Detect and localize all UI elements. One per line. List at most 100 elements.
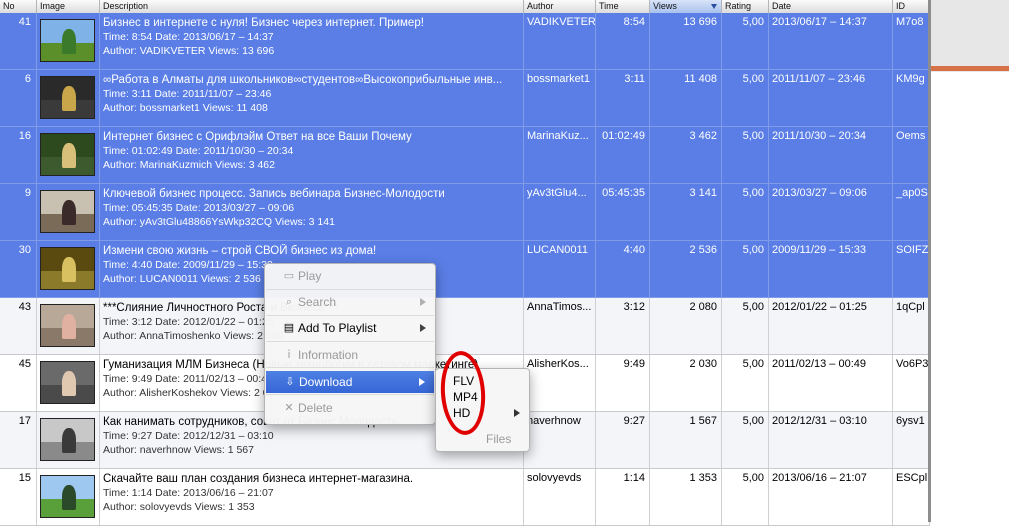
cell-date: 2013/06/17 – 14:37 bbox=[769, 13, 893, 69]
menu-item-download[interactable]: ⇩ Download bbox=[266, 371, 434, 393]
menu-item-delete-label: Delete bbox=[298, 401, 333, 415]
cell-date: 2012/01/22 – 01:25 bbox=[769, 298, 893, 354]
menu-item-download-label: Download bbox=[299, 375, 353, 389]
cell-time: 01:02:49 bbox=[596, 127, 650, 183]
cell-description: Скачайте ваш план создания бизнеса интер… bbox=[100, 469, 524, 525]
cell-no: 17 bbox=[0, 412, 37, 468]
cell-rating: 5,00 bbox=[722, 298, 769, 354]
cell-views: 13 696 bbox=[650, 13, 722, 69]
column-header-date[interactable]: Date bbox=[769, 0, 893, 13]
video-title: Бизнес в интернете с нуля! Бизнес через … bbox=[103, 17, 424, 29]
column-header-rating[interactable]: Rating bbox=[722, 0, 769, 13]
column-header-author[interactable]: Author bbox=[524, 0, 596, 13]
submenu-arrow-icon bbox=[419, 378, 425, 386]
menu-divider bbox=[266, 341, 434, 342]
cell-id: Oems bbox=[893, 127, 930, 183]
cell-no: 43 bbox=[0, 298, 37, 354]
video-author-views: Author: yAv3tGlu48866YsWkp32CQ Views: 3 … bbox=[103, 216, 335, 228]
cell-date: 2011/11/07 – 23:46 bbox=[769, 70, 893, 126]
cell-rating: 5,00 bbox=[722, 241, 769, 297]
cell-views: 2 080 bbox=[650, 298, 722, 354]
cell-image bbox=[37, 355, 100, 411]
video-thumbnail[interactable] bbox=[40, 361, 95, 404]
menu-divider bbox=[266, 394, 434, 395]
cell-no: 16 bbox=[0, 127, 37, 183]
video-thumbnail[interactable] bbox=[40, 133, 95, 176]
menu-item-add-to-playlist-label: Add To Playlist bbox=[298, 321, 377, 335]
column-header-id[interactable]: ID bbox=[893, 0, 930, 13]
cell-date: 2013/06/16 – 21:07 bbox=[769, 469, 893, 525]
download-icon: ⇩ bbox=[285, 376, 295, 388]
menu-item-information[interactable]: ⅰ Information bbox=[265, 344, 435, 366]
video-thumbnail[interactable] bbox=[40, 304, 95, 347]
cell-author: MarinaKuz... bbox=[524, 127, 596, 183]
cell-image bbox=[37, 13, 100, 69]
video-title: Измени свою жизнь – строй СВОЙ бизнес из… bbox=[103, 245, 377, 257]
menu-item-search[interactable]: ⌕ Search bbox=[265, 291, 435, 313]
cell-time: 3:11 bbox=[596, 70, 650, 126]
cell-author: bossmarket1 bbox=[524, 70, 596, 126]
cell-author: LUCAN0011 bbox=[524, 241, 596, 297]
table-row[interactable]: 30 Измени свою жизнь – строй СВОЙ бизнес … bbox=[0, 241, 930, 298]
video-thumbnail[interactable] bbox=[40, 190, 95, 233]
cell-id: ESCpl bbox=[893, 469, 930, 525]
cell-image bbox=[37, 412, 100, 468]
cell-image bbox=[37, 127, 100, 183]
cell-description: Бизнес в интернете с нуля! Бизнес через … bbox=[100, 13, 524, 69]
cell-description: Ключевой бизнес процесс. Запись вебинара… bbox=[100, 184, 524, 240]
table-row[interactable]: 9 Ключевой бизнес процесс. Запись вебинар… bbox=[0, 184, 930, 241]
column-header-views[interactable]: Views bbox=[650, 0, 722, 13]
sort-descending-icon bbox=[711, 4, 717, 9]
video-thumbnail[interactable] bbox=[40, 76, 95, 119]
cell-views: 3 141 bbox=[650, 184, 722, 240]
context-menu: ▭ Play ⌕ Search ▤ Add To Playlist ⅰ Info… bbox=[264, 263, 436, 425]
video-thumbnail[interactable] bbox=[40, 475, 95, 518]
cell-time: 9:49 bbox=[596, 355, 650, 411]
cell-date: 2011/02/13 – 00:49 bbox=[769, 355, 893, 411]
cell-views: 3 462 bbox=[650, 127, 722, 183]
download-option-files[interactable]: Files bbox=[486, 431, 511, 447]
table-row[interactable]: 16 Интернет бизнес с Орифлэйм Ответ на вс… bbox=[0, 127, 930, 184]
table-row[interactable]: 43 ***Слияние Личностного Роста и Бизнеса… bbox=[0, 298, 930, 355]
table-row[interactable]: 6 ∞Работа в Алматы для школьников∞студент… bbox=[0, 70, 930, 127]
cell-no: 41 bbox=[0, 13, 37, 69]
cell-time: 8:54 bbox=[596, 13, 650, 69]
cell-rating: 5,00 bbox=[722, 70, 769, 126]
menu-item-play[interactable]: ▭ Play bbox=[265, 265, 435, 287]
menu-item-add-to-playlist[interactable]: ▤ Add To Playlist bbox=[265, 317, 435, 339]
menu-divider bbox=[266, 315, 434, 316]
cell-rating: 5,00 bbox=[722, 127, 769, 183]
column-header-no[interactable]: No bbox=[0, 0, 37, 13]
cell-views: 2 030 bbox=[650, 355, 722, 411]
cell-no: 30 bbox=[0, 241, 37, 297]
table-header: No Image Description Author Time Views R… bbox=[0, 0, 930, 14]
cell-views: 11 408 bbox=[650, 70, 722, 126]
cell-image bbox=[37, 469, 100, 525]
cell-image bbox=[37, 184, 100, 240]
cell-image bbox=[37, 70, 100, 126]
column-header-description[interactable]: Description bbox=[100, 0, 524, 13]
cell-rating: 5,00 bbox=[722, 469, 769, 525]
cell-time: 3:12 bbox=[596, 298, 650, 354]
cell-description: ∞Работа в Алматы для школьников∞студенто… bbox=[100, 70, 524, 126]
submenu-arrow-icon bbox=[514, 409, 520, 417]
menu-divider bbox=[266, 367, 434, 368]
menu-item-delete[interactable]: ✕ Delete bbox=[265, 397, 435, 419]
table-row[interactable]: 15 Скачайте ваш план создания бизнеса инт… bbox=[0, 469, 930, 526]
window-edge bbox=[928, 0, 931, 522]
video-author-views: Author: MarinaKuzmich Views: 3 462 bbox=[103, 159, 275, 171]
cell-id: 6ysv1 bbox=[893, 412, 930, 468]
table-row[interactable]: 41 Бизнес в интернете с нуля! Бизнес чере… bbox=[0, 13, 930, 70]
column-header-time[interactable]: Time bbox=[596, 0, 650, 13]
cell-author: AlisherKos... bbox=[524, 355, 596, 411]
video-thumbnail[interactable] bbox=[40, 247, 95, 290]
video-title: ∞Работа в Алматы для школьников∞студенто… bbox=[103, 74, 503, 86]
play-icon: ▭ bbox=[283, 270, 295, 282]
cell-views: 1 353 bbox=[650, 469, 722, 525]
submenu-arrow-icon bbox=[420, 324, 426, 332]
cell-author: VADIKVETER bbox=[524, 13, 596, 69]
playlist-icon: ▤ bbox=[283, 322, 295, 334]
video-thumbnail[interactable] bbox=[40, 19, 95, 62]
video-thumbnail[interactable] bbox=[40, 418, 95, 461]
column-header-image[interactable]: Image bbox=[37, 0, 100, 13]
